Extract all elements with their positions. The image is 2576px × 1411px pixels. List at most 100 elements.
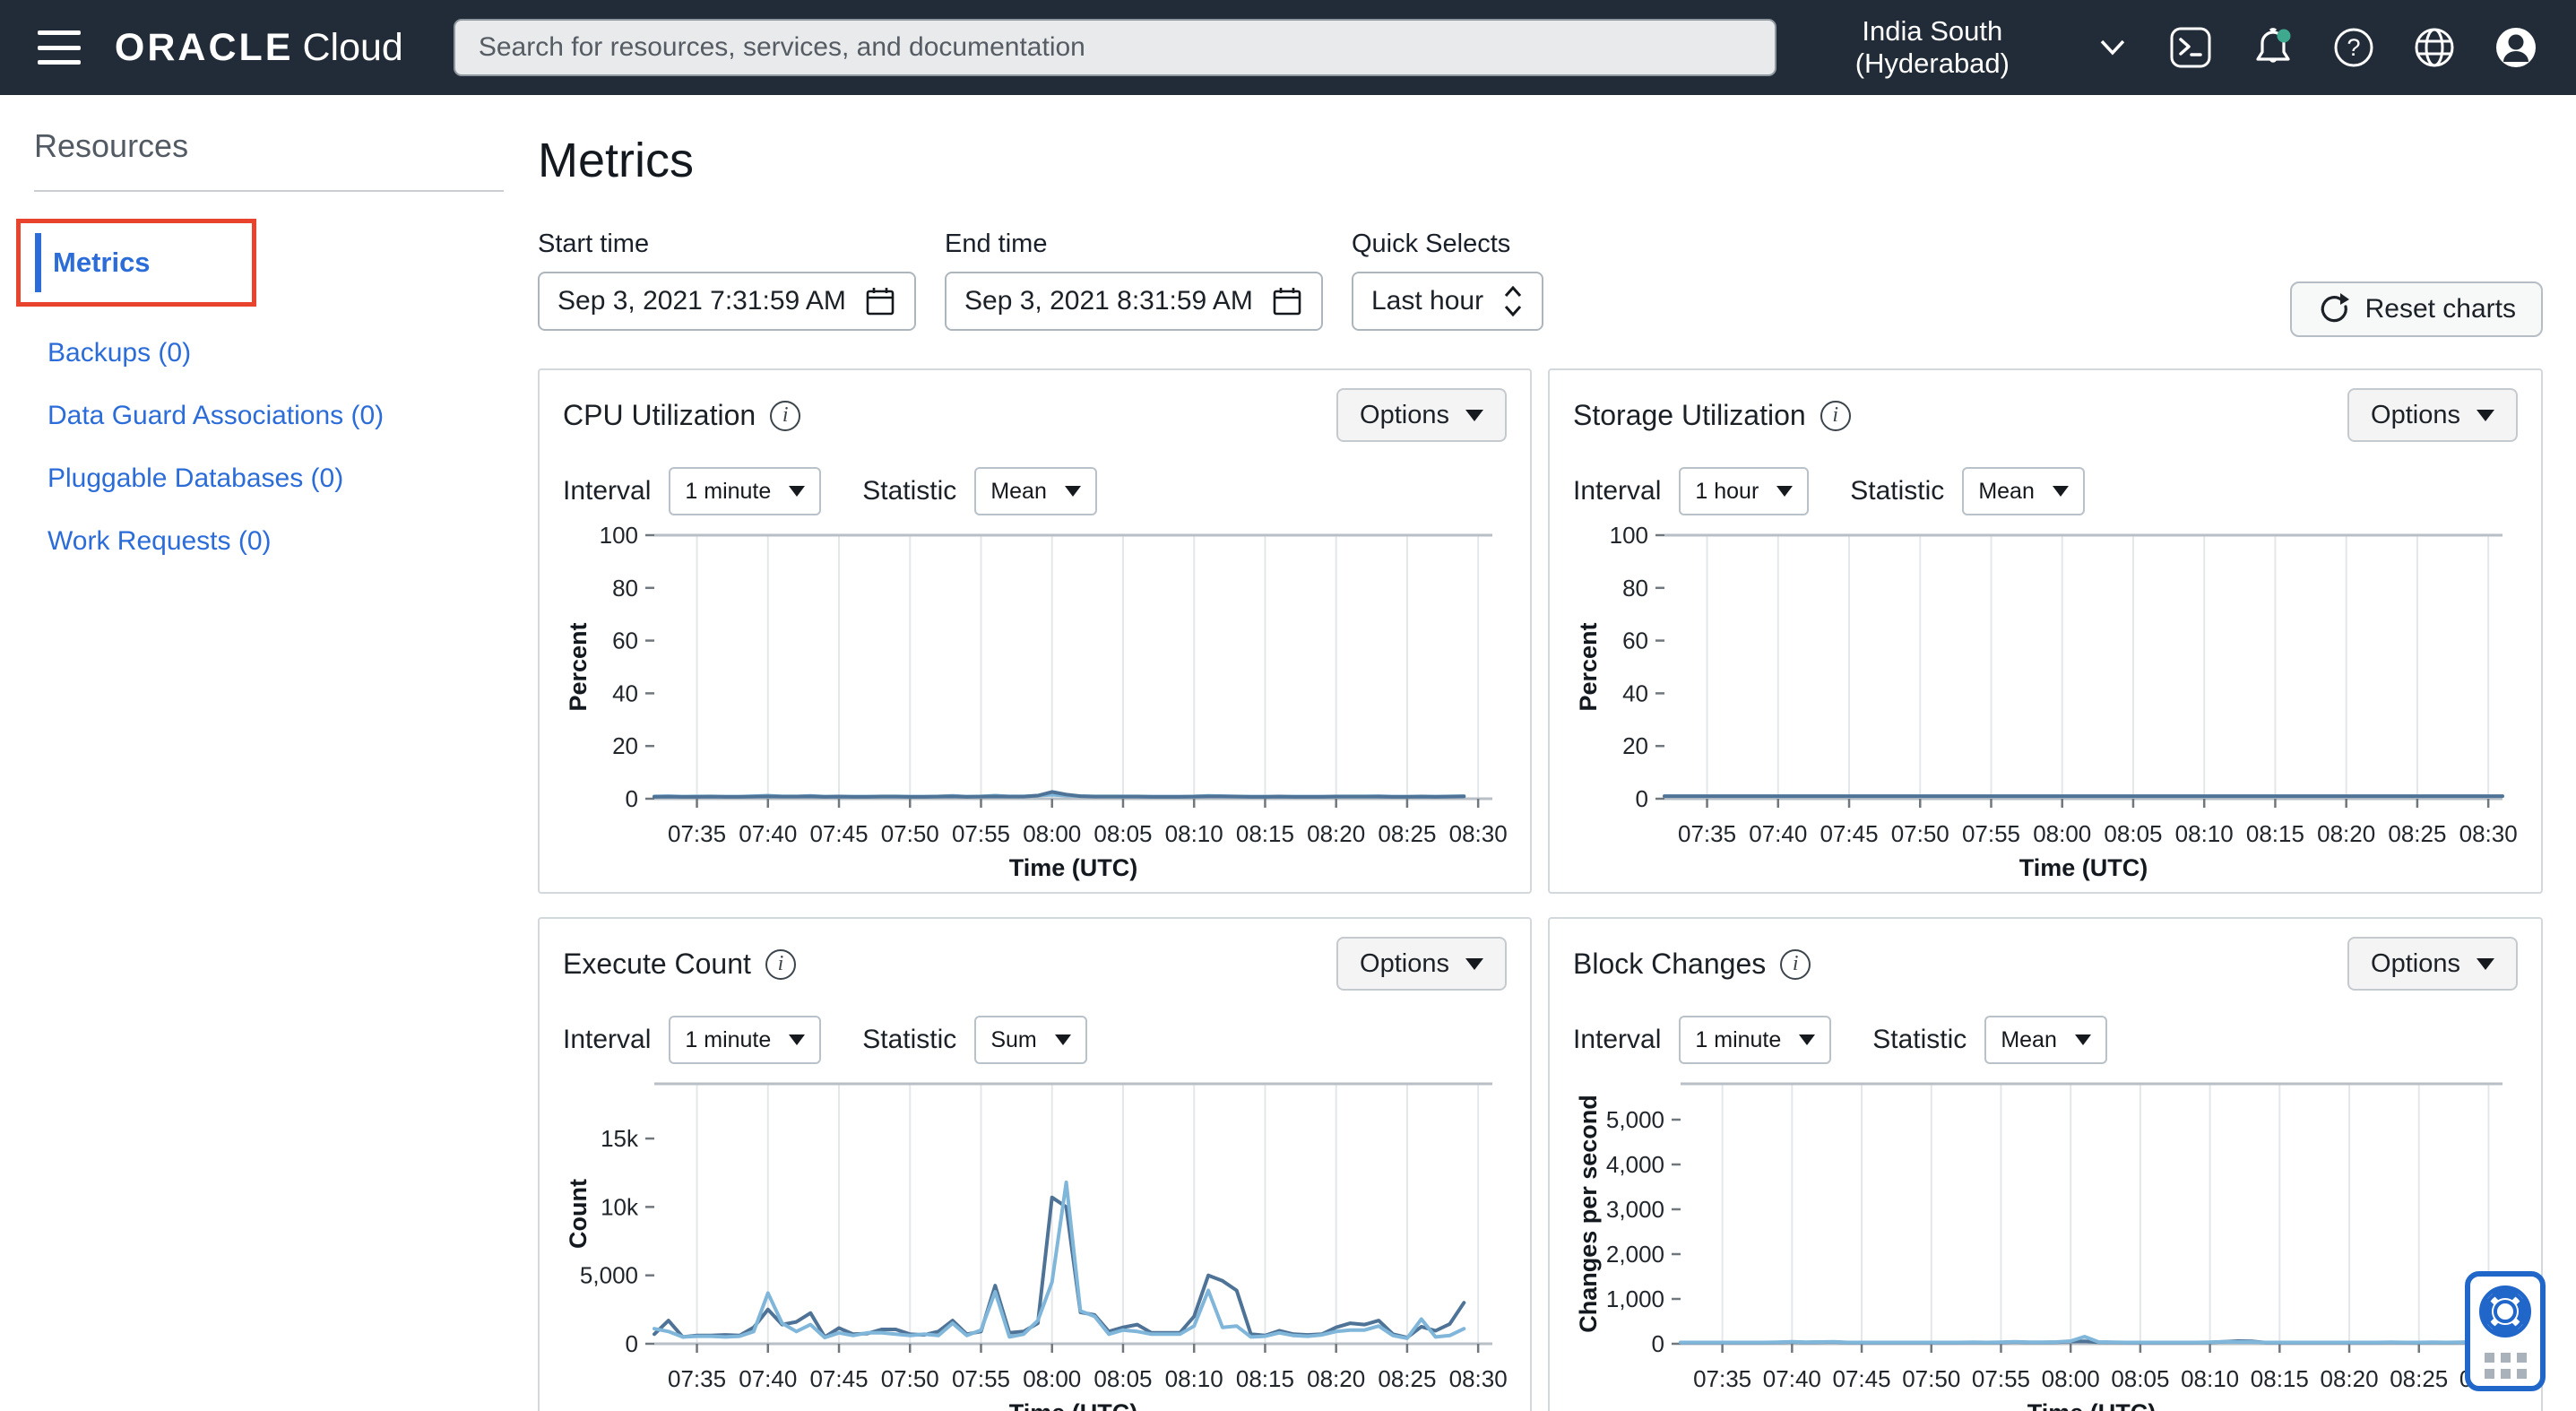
interval-value: 1 hour [1695, 478, 1759, 504]
interval-label: Interval [1573, 1025, 1662, 1054]
help-icon[interactable]: ? [2332, 26, 2375, 69]
notifications-bell-icon[interactable] [2250, 24, 2295, 71]
svg-text:20: 20 [612, 732, 638, 759]
svg-text:40: 40 [1622, 680, 1648, 706]
svg-text:07:40: 07:40 [1763, 1365, 1821, 1392]
options-button[interactable]: Options [2347, 937, 2518, 991]
svg-text:08:30: 08:30 [2459, 820, 2517, 847]
svg-text:08:10: 08:10 [1165, 820, 1223, 847]
svg-text:08:05: 08:05 [1094, 820, 1152, 847]
cloud-shell-icon[interactable] [2169, 26, 2212, 69]
info-icon[interactable]: i [1820, 400, 1851, 431]
svg-text:07:50: 07:50 [881, 1365, 939, 1392]
svg-text:08:15: 08:15 [1236, 1365, 1294, 1392]
resources-sidebar: Resources Metrics Backups (0) Data Guard… [0, 95, 520, 558]
sidebar-item-data-guard-associations[interactable]: Data Guard Associations (0) [48, 400, 520, 432]
drag-handle-icon[interactable] [2484, 1352, 2527, 1379]
svg-text:07:35: 07:35 [1678, 820, 1736, 847]
options-button[interactable]: Options [2347, 388, 2518, 442]
language-globe-icon[interactable] [2413, 26, 2456, 69]
svg-text:07:55: 07:55 [952, 1365, 1010, 1392]
options-button[interactable]: Options [1336, 388, 1507, 442]
refresh-icon [2321, 293, 2349, 323]
interval-label: Interval [563, 476, 652, 506]
info-icon[interactable]: i [1780, 948, 1811, 980]
info-icon[interactable]: i [770, 400, 801, 431]
svg-text:Time (UTC): Time (UTC) [2027, 1399, 2157, 1411]
svg-text:07:55: 07:55 [952, 820, 1010, 847]
interval-select[interactable]: 1 minute [669, 1016, 822, 1064]
interval-select[interactable]: 1 minute [669, 467, 822, 515]
svg-text:0: 0 [626, 785, 638, 812]
execute-count-chart[interactable]: 0 5,000 10k 15k 07:35 07:40 07:45 07:50 07:55 08:… [563, 1071, 1507, 1411]
svg-text:08:00: 08:00 [2042, 1365, 2100, 1392]
statistic-select[interactable]: Mean [1984, 1016, 2107, 1064]
sidebar-item-work-requests[interactable]: Work Requests (0) [48, 525, 520, 558]
interval-select[interactable]: 1 minute [1679, 1016, 1832, 1064]
svg-text:10k: 10k [601, 1193, 639, 1220]
start-time-group: Start time Sep 3, 2021 7:31:59 AM [538, 229, 916, 331]
sidebar-heading: Resources [34, 127, 189, 164]
svg-text:Percent: Percent [565, 622, 592, 711]
svg-text:4,000: 4,000 [1606, 1151, 1664, 1178]
block-changes-chart[interactable]: 0 1,000 2,000 3,000 4,000 5,000 07:35 07:40 07:4… [1573, 1071, 2517, 1411]
reset-charts-button[interactable]: Reset charts [2289, 281, 2543, 337]
svg-text:07:50: 07:50 [881, 820, 939, 847]
options-label: Options [2371, 948, 2460, 978]
interval-value: 1 minute [685, 1026, 772, 1052]
statistic-select[interactable]: Mean [1962, 467, 2085, 515]
start-time-input[interactable]: Sep 3, 2021 7:31:59 AM [538, 272, 916, 331]
statistic-select[interactable]: Sum [974, 1016, 1087, 1064]
statistic-value: Mean [990, 478, 1047, 504]
svg-text:08:05: 08:05 [1094, 1365, 1152, 1392]
end-time-input[interactable]: Sep 3, 2021 8:31:59 AM [945, 272, 1323, 331]
spinner-updown-icon[interactable] [1502, 284, 1524, 318]
oracle-cloud-logo: ORACLE Cloud [115, 26, 403, 70]
support-help-widget[interactable] [2465, 1271, 2546, 1391]
sidebar-item-pluggable-databases[interactable]: Pluggable Databases (0) [48, 463, 520, 495]
oracle-cloud-console: ORACLECloud India South (Hyderabad) [0, 0, 2576, 1411]
interval-value: 1 minute [1695, 1026, 1782, 1052]
calendar-icon[interactable] [1271, 285, 1303, 317]
statistic-value: Sum [990, 1026, 1037, 1052]
caret-down-icon [1776, 486, 1794, 497]
options-label: Options [2371, 400, 2460, 429]
info-icon[interactable]: i [765, 948, 796, 980]
options-label: Options [1360, 400, 1449, 429]
svg-text:08:25: 08:25 [2388, 820, 2446, 847]
svg-text:08:10: 08:10 [2181, 1365, 2239, 1392]
caret-down-icon [789, 1034, 806, 1045]
search-input[interactable] [453, 19, 1776, 76]
svg-text:08:00: 08:00 [1023, 1365, 1081, 1392]
statistic-select[interactable]: Mean [974, 467, 1097, 515]
sidebar-item-metrics[interactable]: Metrics [53, 247, 151, 279]
calendar-icon[interactable] [864, 285, 896, 317]
notification-dot [2277, 29, 2291, 43]
end-time-group: End time Sep 3, 2021 8:31:59 AM [945, 229, 1323, 331]
svg-text:07:35: 07:35 [668, 1365, 726, 1392]
storage-utilization-chart[interactable]: 0 20 40 60 80 100 07:35 07:40 07:45 07:50 07:55 08:… [1573, 523, 2517, 885]
svg-text:07:45: 07:45 [1833, 1365, 1891, 1392]
svg-text:08:05: 08:05 [2104, 820, 2162, 847]
end-time-value: Sep 3, 2021 8:31:59 AM [964, 286, 1253, 316]
statistic-label: Statistic [1872, 1025, 1967, 1054]
caret-down-icon [2074, 1034, 2091, 1045]
sidebar-item-backups[interactable]: Backups (0) [48, 337, 520, 369]
region-selector[interactable]: India South (Hyderabad) [1776, 14, 2131, 81]
statistic-label: Statistic [862, 1025, 957, 1054]
main-content: Metrics Start time Sep 3, 2021 7:31:59 A… [520, 95, 2576, 1411]
hamburger-menu-icon[interactable] [38, 30, 81, 65]
logo-oracle-text: ORACLE [114, 25, 294, 69]
lifebuoy-icon [2479, 1285, 2531, 1337]
sidebar-divider [34, 190, 504, 192]
interval-select[interactable]: 1 hour [1679, 467, 1810, 515]
quick-selects-dropdown[interactable]: Last hour [1352, 272, 1543, 331]
svg-text:20: 20 [1622, 732, 1648, 759]
cpu-utilization-chart[interactable]: 0 20 40 60 80 100 07:35 07:40 07:45 07:50 07:55 08:… [563, 523, 1507, 885]
options-button[interactable]: Options [1336, 937, 1507, 991]
caret-down-icon [1054, 1034, 1071, 1045]
metric-card-cpu-utilization: CPU Utilization i Options Interval 1 min… [538, 368, 1532, 894]
caret-down-icon [2477, 409, 2494, 421]
annotation-highlight-box: Metrics [16, 219, 256, 307]
user-avatar-icon[interactable] [2494, 25, 2538, 70]
